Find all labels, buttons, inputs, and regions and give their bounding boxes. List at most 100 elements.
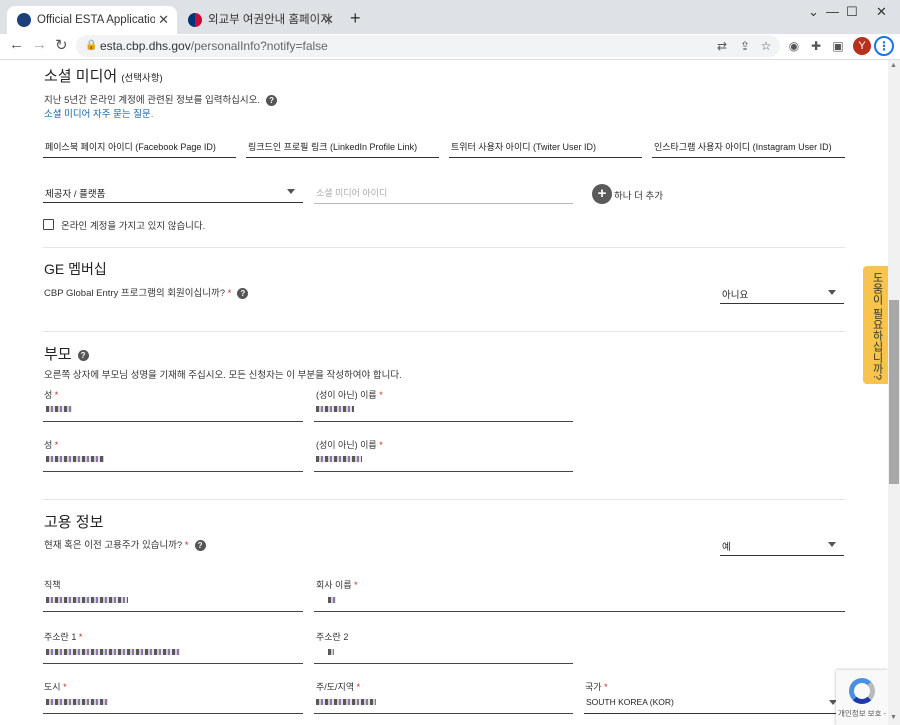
state-field[interactable] bbox=[314, 713, 573, 714]
translate-icon[interactable]: ⇄ bbox=[714, 38, 730, 54]
employment-answer-select[interactable]: 예 bbox=[720, 534, 844, 556]
recaptcha-text[interactable]: 개인정보 보호 - 약관 bbox=[838, 708, 888, 719]
camera-icon[interactable]: ◉ bbox=[786, 38, 802, 54]
scroll-up-icon[interactable]: ▲ bbox=[890, 62, 897, 69]
help-icon[interactable]: ? bbox=[77, 349, 89, 361]
chevron-down-icon bbox=[828, 542, 836, 547]
address1-value bbox=[46, 649, 180, 655]
add-more-button[interactable]: 하나 더 추가 bbox=[614, 188, 663, 202]
url-field[interactable]: 🔒 esta.cbp.dhs.gov/personalInfo?notify=f… bbox=[76, 35, 780, 57]
social-desc-row: 지난 5년간 온라인 계정에 관련된 정보를 입력하십시오.? bbox=[44, 92, 278, 106]
company-label: 회사 이름 * bbox=[316, 580, 358, 590]
parent2-given-value bbox=[316, 456, 362, 462]
back-icon[interactable]: ← bbox=[9, 36, 24, 53]
tab-esta[interactable]: Official ESTA Application Website ✕ bbox=[7, 6, 177, 34]
chevron-down-icon[interactable]: ⌄ bbox=[808, 4, 819, 20]
close-icon[interactable]: ✕ bbox=[158, 6, 169, 34]
parent2-surname-field[interactable] bbox=[43, 471, 303, 472]
parent1-surname-field[interactable] bbox=[43, 421, 303, 422]
add-more-icon[interactable]: + bbox=[592, 184, 612, 204]
extensions-icon[interactable]: ✚ bbox=[808, 38, 824, 54]
state-label: 주/도/지역 * bbox=[316, 682, 361, 692]
profile-avatar[interactable]: Y bbox=[853, 37, 871, 55]
divider bbox=[43, 331, 845, 332]
help-icon[interactable]: ? bbox=[266, 94, 278, 106]
url-host: esta.cbp.dhs.gov bbox=[100, 39, 191, 53]
parent2-surname-label: 성 * bbox=[44, 440, 59, 450]
page-scrollbar[interactable]: ▲ ▼ bbox=[888, 60, 900, 725]
forward-icon[interactable]: → bbox=[32, 36, 47, 53]
help-icon[interactable]: ? bbox=[194, 539, 206, 551]
social-title: 소셜 미디어 bbox=[44, 68, 118, 85]
employment-answer-value: 예 bbox=[722, 542, 731, 553]
address1-label: 주소란 1 * bbox=[44, 632, 83, 642]
sidepanel-icon[interactable]: ▣ bbox=[830, 38, 846, 54]
parent2-given-label: (성이 아닌) 이름 * bbox=[316, 440, 383, 450]
recaptcha-icon bbox=[849, 678, 875, 704]
korea-flag-icon bbox=[188, 13, 202, 27]
city-label: 도시 * bbox=[44, 682, 67, 692]
url-path: /personalInfo?notify=false bbox=[190, 39, 328, 53]
reload-icon[interactable]: ↻ bbox=[55, 36, 68, 54]
help-tab-label: 도움이 필요하십니까? bbox=[871, 272, 883, 381]
linkedin-field[interactable]: 링크드인 프로필 링크 (LinkedIn Profile Link) bbox=[246, 138, 439, 158]
parents-desc: 오른쪽 상자에 부모님 성명을 기재해 주십시오. 모든 신청자는 이 부분을 … bbox=[44, 370, 402, 381]
new-tab-icon[interactable]: + bbox=[350, 8, 361, 29]
city-field[interactable] bbox=[43, 713, 303, 714]
linkedin-label: 링크드인 프로필 링크 (LinkedIn Profile Link) bbox=[248, 142, 418, 152]
chevron-down-icon bbox=[287, 189, 295, 194]
help-tab[interactable]: 도움이 필요하십니까? bbox=[863, 266, 888, 384]
social-id-input[interactable]: 소셜 미디어 아이디 bbox=[316, 186, 387, 199]
ge-question-row: CBP Global Entry 프로그램의 회원이십니까? *? bbox=[44, 285, 249, 299]
social-faq-link[interactable]: 소셜 미디어 자주 묻는 질문. bbox=[44, 106, 153, 120]
company-field[interactable] bbox=[314, 611, 845, 612]
employment-section-title: 고용 정보 bbox=[44, 514, 104, 531]
parent2-given-field[interactable] bbox=[314, 471, 573, 472]
parent2-surname-value bbox=[46, 456, 104, 462]
twitter-field[interactable]: 트위터 사용자 아이디 (Twiter User ID) bbox=[449, 138, 642, 158]
window-close-icon[interactable]: ✕ bbox=[876, 4, 887, 20]
country-select[interactable]: SOUTH KOREA (KOR) bbox=[584, 692, 845, 714]
tab-mofa[interactable]: 외교부 여권안내 홈페이지 ✕ bbox=[178, 6, 342, 34]
provider-select[interactable]: 제공자 / 플랫폼 bbox=[43, 181, 303, 203]
share-icon[interactable]: ⇪ bbox=[737, 38, 753, 54]
recaptcha-badge[interactable]: 개인정보 보호 - 약관 bbox=[836, 670, 888, 725]
parent1-surname-value bbox=[46, 406, 72, 412]
chevron-down-icon bbox=[828, 290, 836, 295]
minimize-icon[interactable]: — bbox=[826, 4, 839, 19]
lock-icon: 🔒 bbox=[85, 40, 98, 51]
ge-section-title: GE 멤버십 bbox=[44, 261, 107, 277]
scroll-down-icon[interactable]: ▼ bbox=[890, 714, 897, 721]
job-title-field[interactable] bbox=[43, 611, 303, 612]
facebook-field[interactable]: 페이스북 페이지 아이디 (Facebook Page ID) bbox=[43, 138, 236, 158]
address2-field[interactable] bbox=[314, 663, 573, 664]
bookmark-star-icon[interactable]: ☆ bbox=[758, 38, 774, 54]
parents-section-title: 부모? bbox=[44, 343, 89, 364]
tab-title: 외교부 여권안내 홈페이지 bbox=[208, 14, 331, 26]
help-icon[interactable]: ? bbox=[237, 287, 249, 299]
no-account-checkbox[interactable] bbox=[43, 219, 54, 230]
parent1-given-value bbox=[316, 406, 354, 412]
facebook-label: 페이스북 페이지 아이디 (Facebook Page ID) bbox=[45, 142, 216, 152]
parent1-surname-label: 성 * bbox=[44, 390, 59, 400]
provider-placeholder: 제공자 / 플랫폼 bbox=[45, 189, 106, 200]
country-value: SOUTH KOREA (KOR) bbox=[586, 697, 674, 707]
parent1-given-field[interactable] bbox=[314, 421, 573, 422]
more-menu-icon[interactable]: ⋮ bbox=[874, 36, 894, 56]
job-title-label: 직책 bbox=[44, 580, 61, 590]
ge-question: CBP Global Entry 프로그램의 회원이십니까? bbox=[44, 288, 225, 299]
address1-field[interactable] bbox=[43, 663, 303, 664]
ge-answer-select[interactable]: 아니요 bbox=[720, 282, 844, 304]
maximize-icon[interactable]: ☐ bbox=[846, 4, 858, 20]
browser-tab-bar: Official ESTA Application Website ✕ 외교부 … bbox=[0, 0, 900, 34]
no-account-label: 온라인 계정을 가지고 있지 않습니다. bbox=[61, 221, 206, 232]
company-value bbox=[328, 597, 336, 603]
job-title-value bbox=[46, 597, 128, 603]
ge-answer-value: 아니요 bbox=[722, 290, 749, 301]
dhs-seal-icon bbox=[17, 13, 31, 27]
divider bbox=[43, 247, 845, 248]
instagram-label: 인스타그램 사용자 아이디 (Instagram User ID) bbox=[654, 142, 832, 152]
close-icon[interactable]: ✕ bbox=[323, 6, 334, 34]
scrollbar-thumb[interactable] bbox=[889, 300, 899, 484]
instagram-field[interactable]: 인스타그램 사용자 아이디 (Instagram User ID) bbox=[652, 138, 845, 158]
